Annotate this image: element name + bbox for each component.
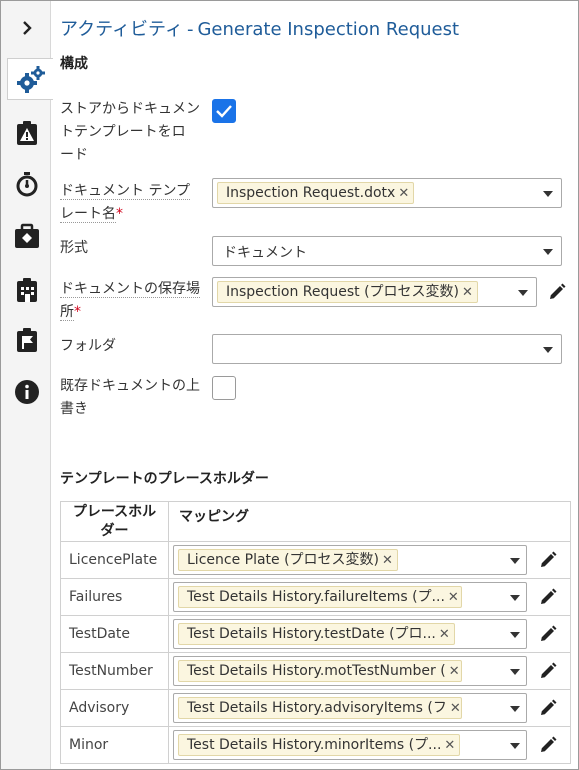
mapping-select[interactable]: Test Details History.minorItems (プ... ✕ (173, 730, 527, 760)
chevron-down-icon[interactable] (510, 669, 520, 675)
save-location-tag: Inspection Request (プロセス変数) ✕ (217, 281, 478, 303)
format-select[interactable]: ドキュメント (212, 236, 562, 266)
overwrite-checkbox[interactable] (212, 376, 236, 400)
placeholder-name: TestNumber (60, 652, 169, 690)
mapping-select[interactable]: Test Details History.motTestNumber (✕ (173, 656, 527, 686)
config-heading: 構成 (60, 56, 88, 72)
mapping-select[interactable]: Test Details History.testDate (プロ... ✕ (173, 619, 527, 649)
sidebar-item-milestones[interactable] (6, 319, 48, 361)
mapping-cell: Licence Plate (プロセス変数) ✕ (168, 541, 571, 579)
page-title: アクティビティ - Generate Inspection Request (60, 19, 460, 40)
placeholders-table: プレースホル ダー マッピング LicencePlate Licence Pla… (60, 501, 571, 764)
placeholders-heading: テンプレートのプレースホルダー (60, 471, 269, 487)
placeholder-name: TestDate (60, 615, 169, 653)
info-icon (15, 380, 39, 404)
remove-tag-icon[interactable]: ✕ (462, 285, 473, 300)
mapping-select[interactable]: Licence Plate (プロセス変数) ✕ (173, 545, 527, 575)
remove-tag-icon[interactable]: ✕ (444, 738, 455, 753)
edit-pencil-icon[interactable] (539, 625, 557, 643)
load-from-store-label: ストアからドキュメン トテンプレートをロ ード (60, 101, 200, 163)
sidebar-item-info[interactable] (6, 371, 48, 413)
mapping-cell: Test Details History.testDate (プロ... ✕ (168, 615, 571, 653)
load-from-store-checkbox[interactable] (212, 99, 236, 123)
mapping-select[interactable]: Test Details History.failureItems (プ... ✕ (173, 582, 527, 612)
stopwatch-icon (16, 172, 38, 197)
mapping-tag: Licence Plate (プロセス変数) ✕ (178, 549, 398, 571)
sidebar (1, 1, 53, 769)
remove-tag-icon[interactable]: ✕ (439, 627, 450, 642)
checkmark-icon (216, 105, 232, 118)
save-location-select[interactable]: Inspection Request (プロセス変数) ✕ (212, 277, 537, 307)
expand-chevron-icon[interactable] (6, 7, 48, 49)
table-row: Minor Test Details History.minorItems (プ… (60, 726, 571, 764)
chevron-down-icon[interactable] (543, 191, 553, 197)
column-header-mapping: マッピング (168, 501, 571, 542)
mapping-tag: Test Details History.testDate (プロ... ✕ (178, 623, 455, 645)
edit-pencil-icon[interactable] (539, 588, 557, 606)
chevron-down-icon[interactable] (543, 249, 553, 255)
folder-label: フォルダ (60, 338, 116, 354)
warning-clipboard-icon (17, 121, 37, 145)
table-row: TestDate Test Details History.testDate (… (60, 615, 571, 653)
mapping-cell: Test Details History.motTestNumber (✕ (168, 652, 571, 690)
table-row: LicencePlate Licence Plate (プロセス変数) ✕ (60, 541, 571, 579)
chevron-down-icon[interactable] (543, 347, 553, 353)
chevron-down-icon[interactable] (510, 595, 520, 601)
table-row: Failures Test Details History.failureIte… (60, 578, 571, 616)
building-icon (17, 278, 37, 302)
overwrite-label: 既存ドキュメントの上 書き (60, 378, 200, 417)
edit-pencil-icon[interactable] (539, 551, 557, 569)
template-name-tag: Inspection Request.dotx ✕ (217, 182, 415, 204)
edit-pencil-icon[interactable] (548, 283, 566, 301)
title-activity-name: Generate Inspection Request (197, 19, 460, 40)
format-label: 形式 (60, 240, 88, 256)
remove-tag-icon[interactable]: ✕ (448, 590, 459, 605)
chevron-down-icon[interactable] (510, 743, 520, 749)
sidebar-item-warnings[interactable] (6, 112, 48, 154)
edit-pencil-icon[interactable] (539, 736, 557, 754)
remove-tag-icon[interactable]: ✕ (398, 186, 409, 201)
mapping-tag: Test Details History.advisoryItems (フ ✕ (178, 697, 462, 719)
case-icon (15, 223, 39, 248)
chevron-down-icon[interactable] (510, 706, 520, 712)
column-header-placeholder: プレースホル ダー (60, 501, 169, 542)
title-activity: アクティビティ (60, 19, 183, 40)
mapping-cell: Test Details History.failureItems (プ... ✕ (168, 578, 571, 616)
format-value: ドキュメント (223, 245, 307, 261)
placeholder-name: Advisory (60, 689, 169, 727)
chevron-down-icon[interactable] (518, 290, 528, 296)
mapping-select[interactable]: Test Details History.advisoryItems (フ ✕ (173, 693, 527, 723)
sidebar-item-timer[interactable] (6, 163, 48, 205)
remove-tag-icon[interactable]: ✕ (382, 553, 393, 568)
sidebar-item-organization[interactable] (6, 269, 48, 311)
gears-icon (16, 66, 45, 93)
remove-tag-icon[interactable]: ✕ (449, 664, 460, 679)
main-panel: アクティビティ - Generate Inspection Request 構成 ス… (52, 1, 578, 769)
mapping-cell: Test Details History.minorItems (プ... ✕ (168, 726, 571, 764)
mapping-cell: Test Details History.advisoryItems (フ ✕ (168, 689, 571, 727)
table-row: Advisory Test Details History.advisoryIt… (60, 689, 571, 727)
sidebar-item-configuration[interactable] (7, 58, 53, 100)
save-location-label: ドキュメントの保存場 所* (60, 281, 200, 321)
edit-pencil-icon[interactable] (539, 699, 557, 717)
flag-clipboard-icon (17, 328, 37, 352)
placeholder-name: Failures (60, 578, 169, 616)
table-row: TestNumber Test Details History.motTestN… (60, 652, 571, 690)
placeholder-name: LicencePlate (60, 541, 169, 579)
remove-tag-icon[interactable]: ✕ (450, 701, 461, 716)
placeholder-name: Minor (60, 726, 169, 764)
table-header-row: プレースホル ダー マッピング (60, 501, 571, 542)
chevron-down-icon[interactable] (510, 632, 520, 638)
mapping-tag: Test Details History.minorItems (プ... ✕ (178, 734, 461, 756)
folder-select[interactable] (212, 334, 562, 364)
mapping-tag: Test Details History.failureItems (プ... ✕ (178, 586, 462, 608)
sidebar-item-case[interactable] (6, 215, 48, 257)
edit-pencil-icon[interactable] (539, 662, 557, 680)
chevron-down-icon[interactable] (510, 558, 520, 564)
template-name-select[interactable]: Inspection Request.dotx ✕ (212, 178, 562, 208)
mapping-tag: Test Details History.motTestNumber (✕ (178, 660, 462, 682)
template-name-label: ドキュメント テンプ レート名* (60, 183, 191, 223)
